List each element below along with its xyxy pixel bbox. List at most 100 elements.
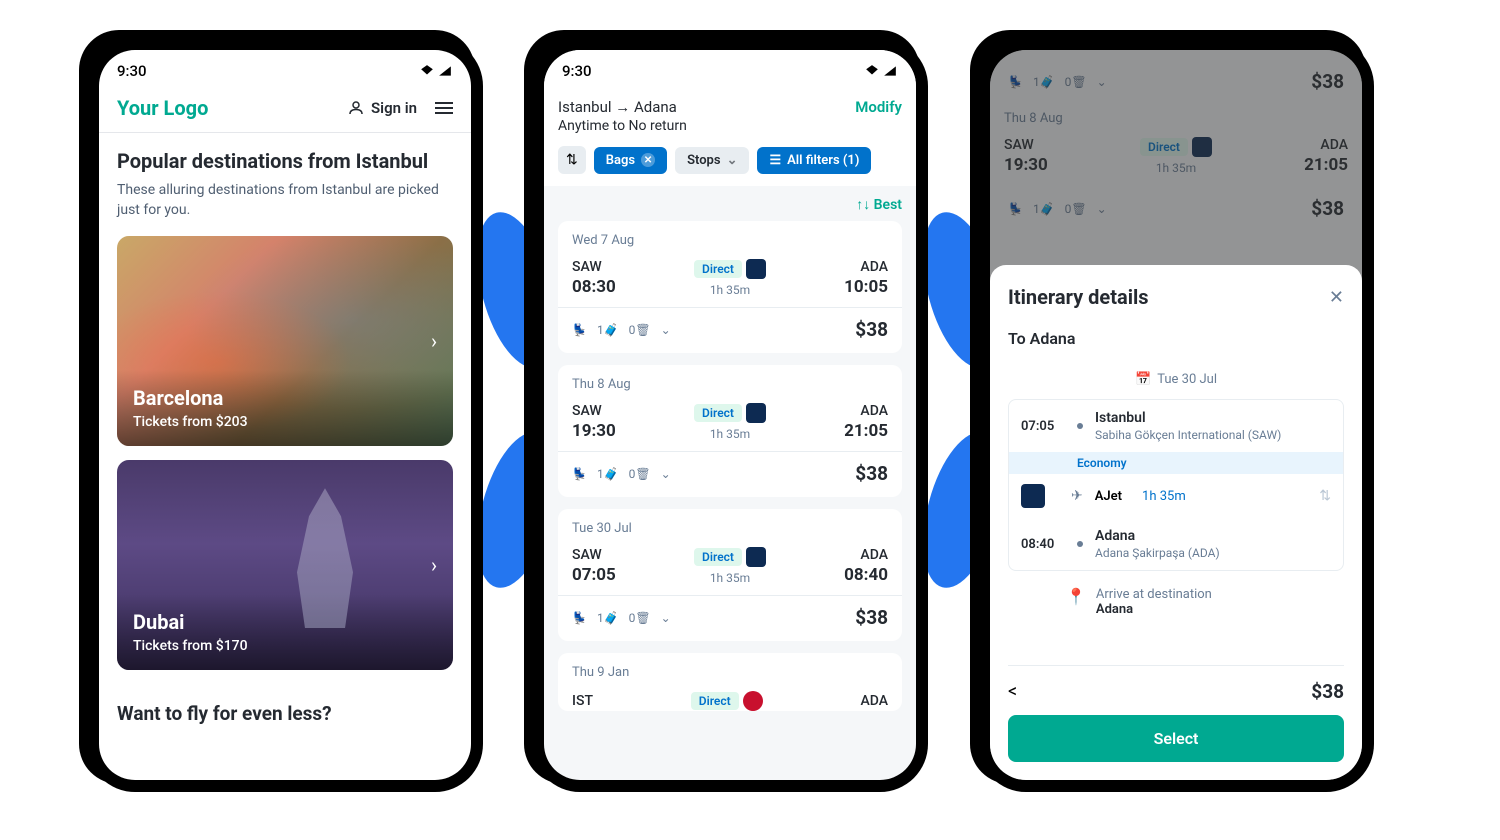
chevron-down-icon: ⌄: [727, 153, 738, 168]
status-bar: 9:30: [544, 50, 916, 88]
baggage-info[interactable]: 💺1🧳0🗑⌄: [572, 467, 671, 481]
segment-depart-time: 07:05: [1021, 419, 1065, 434]
destination-price: Tickets from $170: [133, 638, 437, 654]
chevron-down-icon: ⌄: [661, 323, 671, 337]
filter-label: Bags: [606, 153, 635, 168]
signal-icon: [437, 64, 453, 78]
arrive-destination: Adana: [1096, 602, 1212, 617]
chevron-right-icon: ›: [431, 553, 437, 577]
direct-badge: Direct: [691, 692, 739, 710]
flight-date: Tue 30 Jul: [572, 521, 888, 536]
sort-button[interactable]: ↑↓ Best: [856, 197, 902, 213]
depart-airport: SAW: [572, 259, 616, 275]
direct-badge: Direct: [694, 260, 742, 278]
chevron-down-icon: ⌄: [661, 611, 671, 625]
filter-all[interactable]: ☰ All filters (1): [757, 147, 871, 174]
plane-icon: ✈: [1071, 488, 1083, 504]
sheet-title: Itinerary details: [1008, 285, 1149, 309]
baggage-info[interactable]: 💺1🧳0🗑⌄: [572, 611, 671, 625]
promo-heading: Want to fly for even less?: [117, 684, 453, 725]
route-dates: Anytime to No return: [558, 118, 687, 134]
carrier-name: AJet: [1095, 489, 1122, 504]
filters-row: ⇅ Bags ✕ Stops ⌄ ☰ All filters (1): [558, 134, 902, 186]
depart-time: 19:30: [572, 421, 616, 441]
seat-icon: 💺: [572, 611, 587, 625]
phone-home: 9:30 Your Logo Sign in Popular destinati: [99, 50, 471, 780]
airline-logo: [1021, 484, 1045, 508]
duration: 1h 35m: [694, 283, 766, 297]
arrive-airport: ADA: [844, 403, 888, 419]
airline-logo: [746, 403, 766, 423]
segment-arrive-time: 08:40: [1021, 537, 1065, 552]
close-icon[interactable]: ✕: [1329, 287, 1344, 308]
arrive-airport: ADA: [844, 259, 888, 275]
destination-name: Barcelona: [133, 386, 437, 410]
filter-stops[interactable]: Stops ⌄: [675, 147, 749, 174]
filter-bags[interactable]: Bags ✕: [594, 147, 667, 174]
menu-icon[interactable]: [435, 99, 453, 117]
user-icon: [347, 99, 365, 117]
arrive-airport: ADA: [844, 547, 888, 563]
wifi-icon: [864, 64, 880, 78]
airline-logo: [746, 547, 766, 567]
status-icons: [864, 64, 898, 78]
depart-time: 08:30: [572, 277, 616, 297]
duration: 1h 35m: [694, 427, 766, 441]
logo[interactable]: Your Logo: [117, 96, 208, 120]
seat-icon: 💺: [572, 323, 587, 337]
depart-airport-name: Sabiha Gökçen International (SAW): [1095, 428, 1331, 442]
arrive-time: 08:40: [844, 565, 888, 585]
select-button[interactable]: Select: [1008, 715, 1344, 762]
baggage-info[interactable]: 💺1🧳0🗑⌄: [572, 323, 671, 337]
status-time: 9:30: [117, 62, 147, 80]
arrive-time: 10:05: [844, 277, 888, 297]
airline-logo: [743, 691, 763, 711]
arrive-airport-name: Adana Şakirpaşa (ADA): [1095, 546, 1331, 560]
calendar-icon: 📅: [1135, 372, 1151, 387]
arrive-airport: ADA: [860, 693, 888, 709]
page-subtitle: These alluring destinations from Istanbu…: [117, 181, 453, 220]
sign-in-label: Sign in: [371, 99, 417, 117]
flight-date: Wed 7 Aug: [572, 233, 888, 248]
flight-card[interactable]: Thu 9 Jan IST Direct ADA: [558, 653, 902, 711]
status-icons: [419, 64, 453, 78]
direct-badge: Direct: [694, 404, 742, 422]
app-header: Your Logo Sign in: [99, 88, 471, 133]
close-icon[interactable]: ✕: [641, 153, 655, 167]
depart-time: 07:05: [572, 565, 616, 585]
flight-date: Thu 8 Aug: [572, 377, 888, 392]
sign-in-button[interactable]: Sign in: [347, 99, 417, 117]
duration: 1h 35m: [694, 571, 766, 585]
depart-airport: SAW: [572, 547, 616, 563]
total-price: $38: [1311, 680, 1344, 703]
flight-card[interactable]: Wed 7 Aug SAW 08:30 Direct 1h 35m ADA 10:05…: [558, 221, 902, 353]
depart-airport: SAW: [572, 403, 616, 419]
chevron-right-icon: ›: [431, 329, 437, 353]
expand-icon[interactable]: ⇅: [1319, 488, 1331, 504]
arrive-time: 21:05: [844, 421, 888, 441]
arrive-label: Arrive at destination: [1096, 587, 1212, 602]
destination-name: Dubai: [133, 610, 437, 634]
depart-airport: IST: [572, 693, 593, 709]
share-icon[interactable]: <: [1008, 681, 1017, 702]
sliders-icon: ☰: [769, 153, 781, 168]
search-header: Istanbul → Adana Anytime to No return Mo…: [544, 88, 916, 186]
destination-card-dubai[interactable]: Dubai Tickets from $170 ›: [117, 460, 453, 670]
direct-badge: Direct: [694, 548, 742, 566]
signal-icon: [882, 64, 898, 78]
segment-duration: 1h 35m: [1142, 489, 1186, 504]
flight-price: $38: [855, 606, 888, 629]
flight-price: $38: [855, 462, 888, 485]
carrier-row[interactable]: ✈ AJet 1h 35m ⇅: [1009, 474, 1343, 518]
fare-class: Economy: [1009, 452, 1343, 474]
destination-card-barcelona[interactable]: Barcelona Tickets from $203 ›: [117, 236, 453, 446]
timeline-dot: [1077, 541, 1083, 547]
modify-button[interactable]: Modify: [855, 98, 902, 116]
flight-card[interactable]: Thu 8 Aug SAW 19:30 Direct 1h 35m ADA 21:05…: [558, 365, 902, 497]
phone-itinerary: 💺1🧳0🗑⌄ $38 Thu 8 Aug SAW19:30 Direct1h 3…: [990, 50, 1362, 780]
sort-icon[interactable]: ⇅: [558, 146, 586, 174]
phone-results: 9:30 Istanbul → Adana Anytime to No retu…: [544, 50, 916, 780]
page-title: Popular destinations from Istanbul: [117, 149, 453, 173]
flight-card[interactable]: Tue 30 Jul SAW 07:05 Direct 1h 35m ADA 08:4…: [558, 509, 902, 641]
sort-row: ↑↓ Best: [544, 186, 916, 221]
